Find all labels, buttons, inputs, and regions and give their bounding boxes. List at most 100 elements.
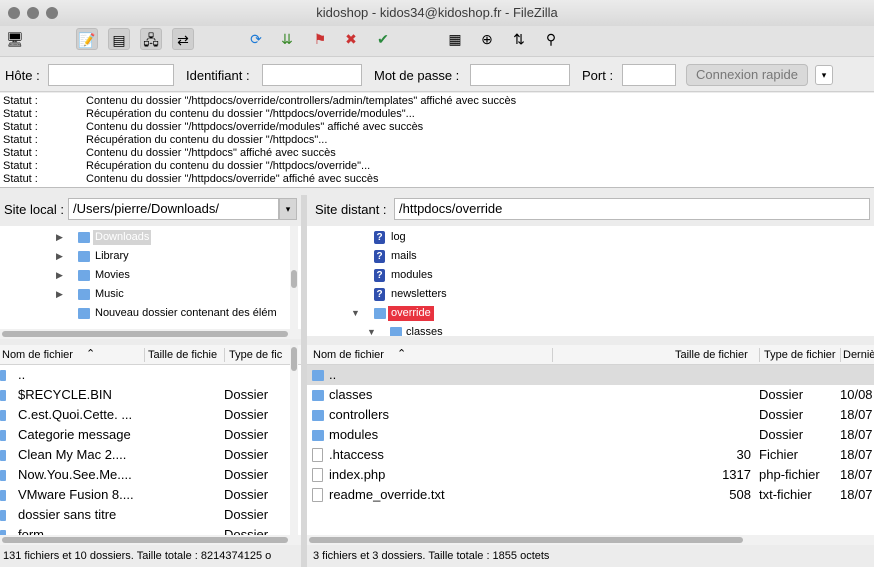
list-item[interactable]: dossier sans titre Dossier (0, 505, 301, 525)
local-tree-hscrollbar[interactable] (0, 329, 301, 339)
scrollbar-thumb[interactable] (2, 331, 288, 337)
local-tree-scrollbar[interactable] (290, 226, 298, 336)
remote-directory-tree[interactable]: ? log ? mails ? modules ? newsletters ▼ … (307, 226, 874, 336)
local-directory-tree[interactable]: ▶ Downloads ▶ Library ▶ Movies ▶ Music N… (0, 226, 301, 336)
folder-icon (374, 308, 386, 319)
list-item[interactable]: index.php 1317 php-fichier 18/07 (307, 465, 874, 485)
remote-pane: Site distant : /httpdocs/override ? log … (307, 195, 874, 567)
password-input[interactable] (470, 64, 570, 86)
expand-arrow-icon[interactable]: ▶ (56, 228, 63, 247)
scrollbar-thumb[interactable] (291, 347, 297, 371)
collapse-arrow-icon[interactable]: ▼ (351, 304, 360, 323)
tree-remote-toggle-icon[interactable]: 🖧 (140, 28, 162, 50)
header-type[interactable]: Type de fic (229, 349, 287, 361)
reconnect-icon[interactable]: ✔ (372, 28, 394, 50)
message-log[interactable]: Statut : Contenu du dossier "/httpdocs/ov… (0, 93, 874, 188)
list-item[interactable]: Clean My Mac 2.... Dossier (0, 445, 301, 465)
remote-tree-item-override[interactable]: ▼ override (307, 304, 867, 323)
local-site-label: Site local : (4, 202, 64, 217)
sort-ascending-icon[interactable]: ⌃ (86, 347, 95, 360)
list-item[interactable]: readme_override.txt 508 txt-fichier 18/07 (307, 485, 874, 505)
local-path-input[interactable]: /Users/pierre/Downloads/ (68, 198, 279, 220)
local-tree-item-downloads[interactable]: ▶ Downloads (0, 228, 290, 247)
local-list-scrollbar[interactable] (290, 345, 298, 535)
list-item[interactable]: classes Dossier 10/08 (307, 385, 874, 405)
local-tree-item-music[interactable]: ▶ Music (0, 285, 290, 304)
local-tree-item-movies[interactable]: ▶ Movies (0, 266, 290, 285)
header-name[interactable]: Nom de fichier (313, 349, 393, 361)
remote-file-list[interactable]: Nom de fichier ⌃ Taille de fichier Type … (307, 345, 874, 535)
list-item[interactable]: controllers Dossier 18/07 (307, 405, 874, 425)
header-size[interactable]: Taille de fichie (148, 349, 224, 361)
expand-arrow-icon[interactable]: ▶ (56, 247, 63, 266)
remote-tree-item-mails[interactable]: ? mails (307, 247, 867, 266)
remote-site-bar: Site distant : /httpdocs/override (307, 195, 874, 223)
header-name[interactable]: Nom de fichier (2, 349, 82, 361)
remote-tree-item-log[interactable]: ? log (307, 228, 867, 247)
host-input[interactable] (48, 64, 174, 86)
file-icon (312, 488, 323, 502)
port-input[interactable] (622, 64, 676, 86)
folder-icon (0, 430, 6, 441)
zoom-window-button[interactable] (46, 7, 58, 19)
close-window-button[interactable] (8, 7, 20, 19)
compare-icon[interactable]: ⊕ (476, 28, 498, 50)
local-tree-item-library[interactable]: ▶ Library (0, 247, 290, 266)
list-item[interactable]: VMware Fusion 8.... Dossier (0, 485, 301, 505)
local-file-list[interactable]: Nom de fichier ⌃ Taille de fichie Type d… (0, 345, 301, 535)
scrollbar-thumb[interactable] (291, 270, 297, 288)
main-toolbar: 🖥 📝 ▤ 🖧 ⇄ ⟳ ⇊ ⚑ ✖ ✔ ▦ ⊕ ⇅ ⚲ (0, 26, 874, 56)
expand-arrow-icon[interactable]: ▶ (56, 266, 63, 285)
list-item[interactable]: .. (307, 365, 874, 385)
minimize-window-button[interactable] (27, 7, 39, 19)
folder-icon (0, 490, 6, 501)
local-tree-item-nouveau-dossier[interactable]: Nouveau dossier contenant des élém (0, 304, 290, 323)
cancel-icon[interactable]: ⚑ (309, 28, 331, 50)
list-item[interactable]: .htaccess 30 Fichier 18/07 (307, 445, 874, 465)
header-type[interactable]: Type de fichier (764, 349, 840, 361)
search-icon[interactable]: ⚲ (540, 28, 562, 50)
remote-tree-item-classes[interactable]: ▼ classes (307, 323, 867, 336)
user-input[interactable] (262, 64, 362, 86)
process-queue-icon[interactable]: ⇊ (276, 28, 298, 50)
folder-icon (312, 390, 324, 401)
scrollbar-thumb[interactable] (2, 537, 288, 543)
quickconnect-history-dropdown[interactable]: ▾ (815, 65, 833, 85)
filter-icon[interactable]: ▦ (444, 28, 466, 50)
port-label: Port : (582, 68, 614, 83)
folder-icon (312, 370, 324, 381)
sort-ascending-icon[interactable]: ⌃ (397, 347, 406, 360)
header-size[interactable]: Taille de fichier (675, 349, 759, 361)
remote-list-header: Nom de fichier ⌃ Taille de fichier Type … (307, 345, 874, 365)
disconnect-icon[interactable]: ✖ (340, 28, 362, 50)
log-toggle-icon[interactable]: 📝 (76, 28, 98, 50)
tree-toggle-icon[interactable]: ▤ (108, 28, 130, 50)
list-item[interactable]: $RECYCLE.BIN Dossier (0, 385, 301, 405)
refresh-icon[interactable]: ⟳ (245, 28, 267, 50)
list-item[interactable]: C.est.Quoi.Cette. ... Dossier (0, 405, 301, 425)
local-list-hscrollbar[interactable] (0, 535, 301, 545)
sync-browse-icon[interactable]: ⇅ (508, 28, 530, 50)
quickconnect-button[interactable]: Connexion rapide (686, 64, 808, 86)
queue-toggle-icon[interactable]: ⇄ (172, 28, 194, 50)
folder-icon (78, 270, 90, 281)
header-modified[interactable]: Derniè (843, 349, 874, 361)
list-item[interactable]: Now.You.See.Me.... Dossier (0, 465, 301, 485)
remote-tree-item-modules[interactable]: ? modules (307, 266, 867, 285)
folder-icon (0, 470, 6, 481)
list-item[interactable]: Categorie message Dossier (0, 425, 301, 445)
remote-path-input[interactable]: /httpdocs/override (394, 198, 870, 220)
expand-arrow-icon[interactable]: ▶ (56, 285, 63, 304)
remote-tree-item-newsletters[interactable]: ? newsletters (307, 285, 867, 304)
folder-icon (312, 410, 324, 421)
remote-list-hscrollbar[interactable] (307, 535, 874, 545)
collapse-arrow-icon[interactable]: ▼ (367, 323, 376, 336)
quickconnect-bar: Hôte : Identifiant : Mot de passe : Port… (0, 56, 874, 92)
unknown-folder-icon: ? (374, 250, 385, 263)
list-item[interactable]: .. (0, 365, 301, 385)
scrollbar-thumb[interactable] (309, 537, 743, 543)
site-manager-icon[interactable]: 🖥 (4, 28, 26, 50)
list-item[interactable]: form Dossier (0, 525, 301, 535)
list-item[interactable]: modules Dossier 18/07 (307, 425, 874, 445)
local-path-dropdown[interactable]: ▾ (279, 198, 297, 220)
